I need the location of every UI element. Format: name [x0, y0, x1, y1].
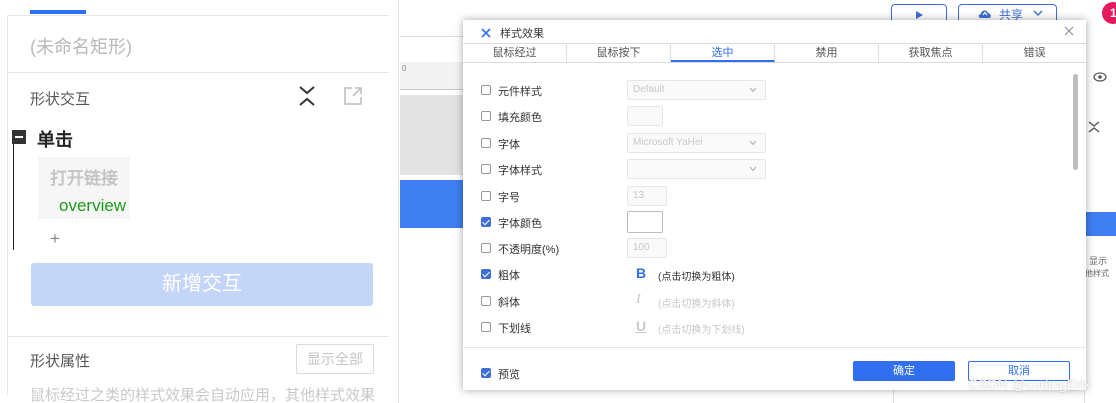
properties-section-title: 形状属性	[30, 353, 91, 370]
select-value: Microsoft YaHei	[633, 137, 703, 148]
option-font-color: 字体颜色	[481, 211, 1041, 233]
eye-icon[interactable]	[1093, 70, 1107, 84]
preview-checkbox[interactable]	[481, 368, 491, 378]
chevron-down-icon	[1033, 10, 1043, 16]
watermark: CSDN @codingErix	[968, 376, 1092, 392]
style-effects-icon	[481, 28, 491, 38]
option-underline: 下划线 U (点击切换为下划线)	[481, 317, 1041, 337]
tab-disabled[interactable]: 禁用	[775, 44, 879, 62]
font-checkbox[interactable]	[481, 138, 491, 148]
right-panel-highlight[interactable]	[1084, 212, 1116, 236]
option-fill-color: 填充颜色	[481, 106, 1041, 126]
chevron-down-icon	[749, 140, 757, 146]
option-font-style: 字体样式	[481, 159, 1041, 179]
bold-icon[interactable]: B	[636, 265, 646, 281]
ruler-zero: 0	[402, 64, 407, 73]
select-value: Default	[633, 84, 665, 95]
right-panel-text: 他样式	[1085, 269, 1109, 278]
option-label: 填充颜色	[498, 112, 542, 124]
option-bold: 粗体 B (点击切换为粗体)	[481, 264, 1041, 284]
underline-checkbox[interactable]	[481, 322, 491, 332]
option-label: 字体颜色	[498, 218, 542, 230]
style-options: 元件样式 Default 填充颜色 字体 Microsoft YaHei 字体样…	[463, 64, 1086, 347]
bold-hint: (点击切换为粗体)	[658, 272, 735, 283]
close-icon[interactable]	[1063, 25, 1075, 37]
tab-hover[interactable]: 鼠标经过	[463, 44, 567, 62]
active-tab-indicator	[30, 10, 86, 14]
font-color-swatch[interactable]	[627, 211, 663, 233]
font-color-checkbox[interactable]	[481, 217, 491, 227]
divider	[7, 15, 389, 16]
font-style-select[interactable]	[627, 159, 766, 179]
right-panel-text: 显示	[1089, 256, 1108, 266]
fill-color-checkbox[interactable]	[481, 111, 491, 121]
tab-error[interactable]: 错误	[983, 44, 1086, 62]
chevron-down-icon	[749, 166, 757, 172]
option-element-style: 元件样式 Default	[481, 80, 1041, 100]
option-label: 字体样式	[498, 165, 542, 177]
option-label: 元件样式	[498, 86, 542, 98]
event-click-label[interactable]: 单击	[37, 126, 73, 152]
option-label: 斜体	[498, 297, 520, 309]
preview-label: 预览	[498, 369, 520, 381]
fill-color-swatch[interactable]	[627, 106, 663, 126]
option-font-size: 字号 13	[481, 186, 1041, 206]
font-size-checkbox[interactable]	[481, 191, 491, 201]
italic-hint: (点击切换为斜体)	[658, 299, 735, 310]
chevron-down-icon	[749, 87, 757, 93]
underline-hint: (点击切换为下划线)	[658, 325, 745, 336]
opacity-checkbox[interactable]	[481, 243, 491, 253]
divider	[400, 36, 463, 37]
italic-checkbox[interactable]	[481, 296, 491, 306]
option-preview: 预览	[481, 363, 581, 383]
shape-name-input[interactable]: (未命名矩形)	[30, 33, 132, 59]
ruler: 0	[400, 62, 463, 90]
divider	[7, 336, 389, 337]
tab-focus[interactable]: 获取焦点	[879, 44, 983, 62]
show-all-button[interactable]: 显示全部	[296, 344, 374, 374]
element-style-select[interactable]: Default	[627, 80, 766, 100]
bold-checkbox[interactable]	[481, 269, 491, 279]
collapse-event-icon[interactable]	[12, 130, 26, 144]
italic-icon[interactable]: I	[636, 292, 641, 308]
properties-description: 鼠标经过之类的样式效果会自动应用，其他样式效果	[30, 387, 376, 403]
selected-shape[interactable]	[400, 180, 463, 228]
option-label: 字体	[498, 139, 520, 151]
collapse-icon[interactable]	[297, 84, 317, 108]
interaction-panel: (未命名矩形) 形状交互 单击 打开链接 overview + 新增交互 形状属…	[0, 0, 399, 403]
dialog-title: 样式效果	[500, 28, 544, 40]
option-font: 字体 Microsoft YaHei	[481, 133, 1041, 153]
tab-mouse-down[interactable]: 鼠标按下	[567, 44, 671, 62]
tree-line	[13, 140, 14, 250]
popout-icon[interactable]	[343, 86, 363, 106]
option-label: 不透明度(%)	[498, 244, 560, 256]
font-style-checkbox[interactable]	[481, 164, 491, 174]
divider	[7, 72, 389, 73]
font-select[interactable]: Microsoft YaHei	[627, 133, 766, 153]
add-action-icon[interactable]: +	[50, 229, 60, 249]
cloud-upload-icon	[978, 10, 991, 18]
option-label: 下划线	[498, 323, 531, 335]
add-interaction-button[interactable]: 新增交互	[31, 263, 373, 306]
element-style-checkbox[interactable]	[481, 85, 491, 95]
collapse-icon[interactable]	[1087, 120, 1101, 134]
canvas-block	[400, 95, 463, 175]
opacity-input[interactable]: 100	[627, 238, 667, 258]
font-size-input[interactable]: 13	[627, 186, 667, 206]
option-label: 粗体	[498, 270, 520, 282]
confirm-button[interactable]: 确定	[853, 361, 955, 381]
option-italic: 斜体 I (点击切换为斜体)	[481, 291, 1041, 311]
divider	[463, 347, 1086, 348]
option-opacity: 不透明度(%) 100	[481, 238, 1041, 258]
link-target-label[interactable]: overview	[59, 196, 126, 216]
style-effects-dialog: 样式效果 鼠标经过 鼠标按下 选中 禁用 获取焦点 错误 元件样式 Defaul…	[463, 20, 1086, 390]
action-open-link-label[interactable]: 打开链接	[50, 164, 118, 189]
option-label: 字号	[498, 192, 520, 204]
scrollbar[interactable]	[1073, 74, 1078, 170]
interaction-section-title: 形状交互	[30, 91, 91, 108]
tab-selected[interactable]: 选中	[671, 44, 775, 62]
state-tabs: 鼠标经过 鼠标按下 选中 禁用 获取焦点 错误	[463, 43, 1086, 63]
underline-icon[interactable]: U	[636, 318, 646, 334]
